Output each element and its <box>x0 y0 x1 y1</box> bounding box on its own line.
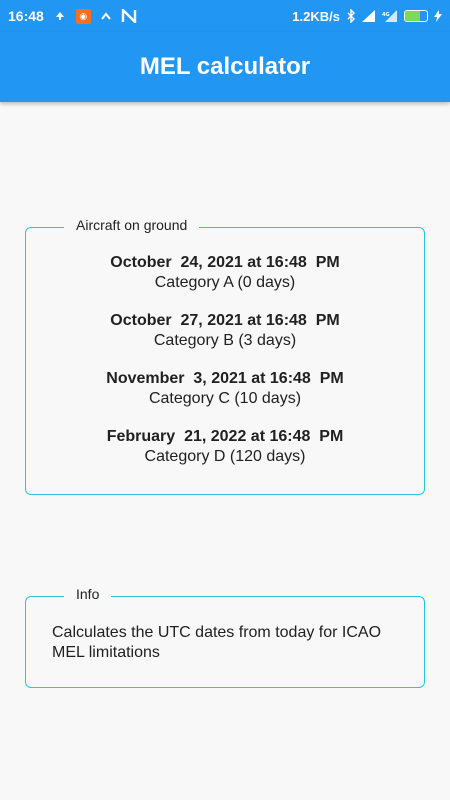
status-time: 16:48 <box>8 8 44 24</box>
bluetooth-icon <box>346 9 356 23</box>
entry-category: Category B (3 days) <box>153 332 297 349</box>
aircraft-on-ground-card: Aircraft on ground October 24, 2021 at 1… <box>25 217 425 495</box>
battery-level <box>405 11 421 21</box>
entry-category: Category A (0 days) <box>154 274 296 291</box>
entry-date: November 3, 2021 at 16:48 PM <box>106 370 344 387</box>
entry-category: Category D (120 days) <box>144 448 306 465</box>
mel-entries: October 24, 2021 at 16:48 PM Category A … <box>26 253 424 485</box>
battery-icon <box>404 10 428 22</box>
app-title: MEL calculator <box>139 53 311 80</box>
aircraft-card-legend: Aircraft on ground <box>64 217 200 233</box>
status-bar: 16:48 ◉ 1.2KB/s 4G <box>0 0 450 32</box>
mel-entry-category-a: October 24, 2021 at 16:48 PM Category A … <box>26 253 424 293</box>
mel-entry-category-d: February 21, 2022 at 16:48 PM Category D… <box>26 427 424 467</box>
entry-date: October 24, 2021 at 16:48 PM <box>110 254 340 271</box>
chevron-up-icon <box>101 12 111 20</box>
signal-icon <box>362 10 376 22</box>
charging-icon <box>434 10 442 22</box>
cloud-up-icon <box>54 11 66 21</box>
entry-category: Category C (10 days) <box>148 390 302 407</box>
info-text: Calculates the UTC dates from today for … <box>52 624 382 661</box>
entry-date: October 27, 2021 at 16:48 PM <box>110 312 340 329</box>
mel-entry-category-b: October 27, 2021 at 16:48 PM Category B … <box>26 311 424 351</box>
entry-date: February 21, 2022 at 16:48 PM <box>106 428 344 445</box>
app-notification-icon: ◉ <box>75 8 91 24</box>
app-bar: MEL calculator <box>0 32 450 102</box>
4g-signal-icon: 4G <box>382 10 398 22</box>
info-card: Info Calculates the UTC dates from today… <box>25 586 425 688</box>
svg-text:4G: 4G <box>382 12 390 18</box>
mel-entry-category-c: November 3, 2021 at 16:48 PM Category C … <box>26 369 424 409</box>
n-app-icon <box>121 9 137 23</box>
net-speed: 1.2KB/s <box>292 8 340 24</box>
info-card-legend: Info <box>64 586 112 602</box>
